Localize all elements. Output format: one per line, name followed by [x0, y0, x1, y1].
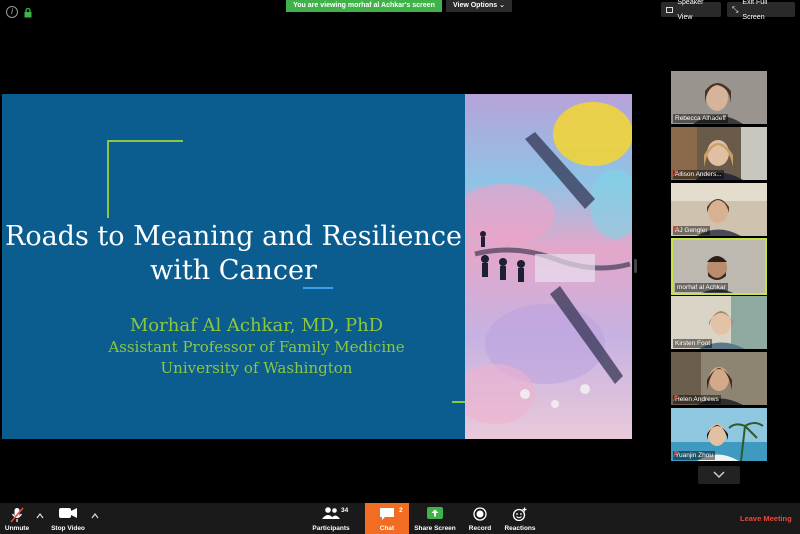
participants-icon [322, 507, 340, 519]
participant-name-label: Kirsten Foot [673, 339, 713, 348]
title-underline [303, 287, 333, 289]
participant-name-label: AJ Gengler [673, 226, 710, 235]
view-options-button[interactable]: View Options ⌄ [446, 0, 512, 12]
unmute-label: Unmute [4, 525, 30, 532]
exit-full-screen-button[interactable]: ⤡ Exit Full Screen [727, 0, 795, 21]
participant-tile[interactable]: Rebecca Alhadeff [671, 71, 767, 124]
share-screen-icon [427, 507, 443, 519]
participant-tile[interactable]: Kirsten Foot [671, 296, 767, 349]
participant-name-label: Helen Andrews [673, 395, 721, 404]
muted-mic-icon [10, 507, 24, 523]
participant-name: Kirsten Foot [675, 340, 711, 347]
stop-video-button[interactable]: Stop Video [48, 503, 88, 534]
muted-mic-icon [673, 170, 678, 176]
share-screen-label: Share Screen [414, 525, 456, 532]
muted-mic-icon [673, 395, 678, 401]
record-button[interactable]: Record [463, 503, 497, 534]
exit-full-screen-icon: ⤡ [732, 5, 739, 14]
participant-name: AJ Gengler [675, 227, 708, 234]
slide-title: Roads to Meaning and Resilience with Can… [2, 220, 465, 288]
speaker-view-button[interactable]: Speaker View [661, 0, 721, 21]
stop-video-label: Stop Video [51, 525, 85, 532]
slide-decoration [107, 140, 183, 142]
record-label: Record [468, 525, 492, 532]
participant-name-label: Rebecca Alhadeff [673, 114, 728, 123]
speaker-view-icon [666, 6, 674, 13]
participant-name-label: Allison Anders... [673, 170, 724, 179]
shared-screen: Roads to Meaning and Resilience with Can… [2, 94, 632, 439]
video-options-caret-icon[interactable] [91, 512, 99, 520]
chat-unread-count: 2 [399, 507, 403, 514]
slide-decoration [107, 140, 109, 218]
share-screen-button[interactable]: Share Screen [413, 503, 457, 534]
chevron-down-icon [713, 471, 725, 479]
participant-name-label: morhaf al Achkar [675, 283, 728, 292]
muted-mic-icon [673, 226, 678, 232]
exit-full-screen-label: Exit Full Screen [742, 0, 768, 21]
participant-tile[interactable]: Helen Andrews [671, 352, 767, 405]
participant-tile[interactable]: AJ Gengler [671, 183, 767, 236]
muted-mic-icon [673, 451, 678, 457]
participant-tile[interactable]: Yuanjin Zhou [671, 408, 767, 461]
participant-name: morhaf al Achkar [677, 284, 726, 291]
chevron-down-icon: ⌄ [499, 2, 506, 9]
participants-count: 34 [341, 507, 349, 514]
slide-artwork [455, 94, 632, 439]
slide-role-line-1: Assistant Professor of Family Medicine [108, 338, 405, 356]
participants-label: Participants [312, 525, 350, 532]
reactions-button[interactable]: Reactions [502, 503, 538, 534]
info-icon[interactable]: i [6, 6, 18, 18]
participant-tile[interactable]: Allison Anders... [671, 127, 767, 180]
slide-role-line-2: University of Washington [160, 359, 353, 377]
top-left-icons: i [6, 6, 32, 18]
slide-title-line-1: Roads to Meaning and Resilience [5, 221, 462, 252]
audio-options-caret-icon[interactable] [36, 512, 44, 520]
participant-tile-active-speaker[interactable]: morhaf al Achkar [671, 238, 767, 295]
reactions-smiley-icon [512, 507, 527, 521]
meeting-toolbar: Unmute Stop Video Participants 34 Chat 2… [0, 503, 800, 534]
slide-decoration [452, 401, 465, 403]
slide-title-line-2: with Cancer [150, 255, 317, 286]
participant-name: Yuanjin Zhou [675, 452, 713, 459]
speaker-view-label: Speaker View [677, 0, 704, 21]
gallery-scroll-down-button[interactable] [698, 466, 740, 484]
participant-name: Helen Andrews [675, 396, 719, 403]
participant-name: Rebecca Alhadeff [675, 115, 726, 122]
participant-name: Allison Anders... [675, 171, 722, 178]
splitter-handle[interactable] [634, 259, 637, 273]
unmute-button[interactable]: Unmute [0, 503, 34, 534]
participant-name-label: Yuanjin Zhou [673, 451, 715, 460]
lock-icon[interactable] [24, 8, 32, 18]
slide-speaker-role: Assistant Professor of Family Medicine U… [2, 337, 511, 379]
leave-meeting-button[interactable]: Leave Meeting [740, 514, 792, 523]
view-options-label: View Options [452, 2, 498, 9]
screen-share-banner: You are viewing morhaf al Achkar's scree… [286, 0, 442, 12]
slide-speaker-name: Morhaf Al Achkar, MD, PhD [129, 315, 384, 336]
chat-label: Chat [379, 525, 395, 532]
video-camera-icon [59, 508, 77, 518]
chat-icon [380, 508, 394, 520]
record-icon [473, 507, 487, 521]
reactions-label: Reactions [504, 525, 536, 532]
